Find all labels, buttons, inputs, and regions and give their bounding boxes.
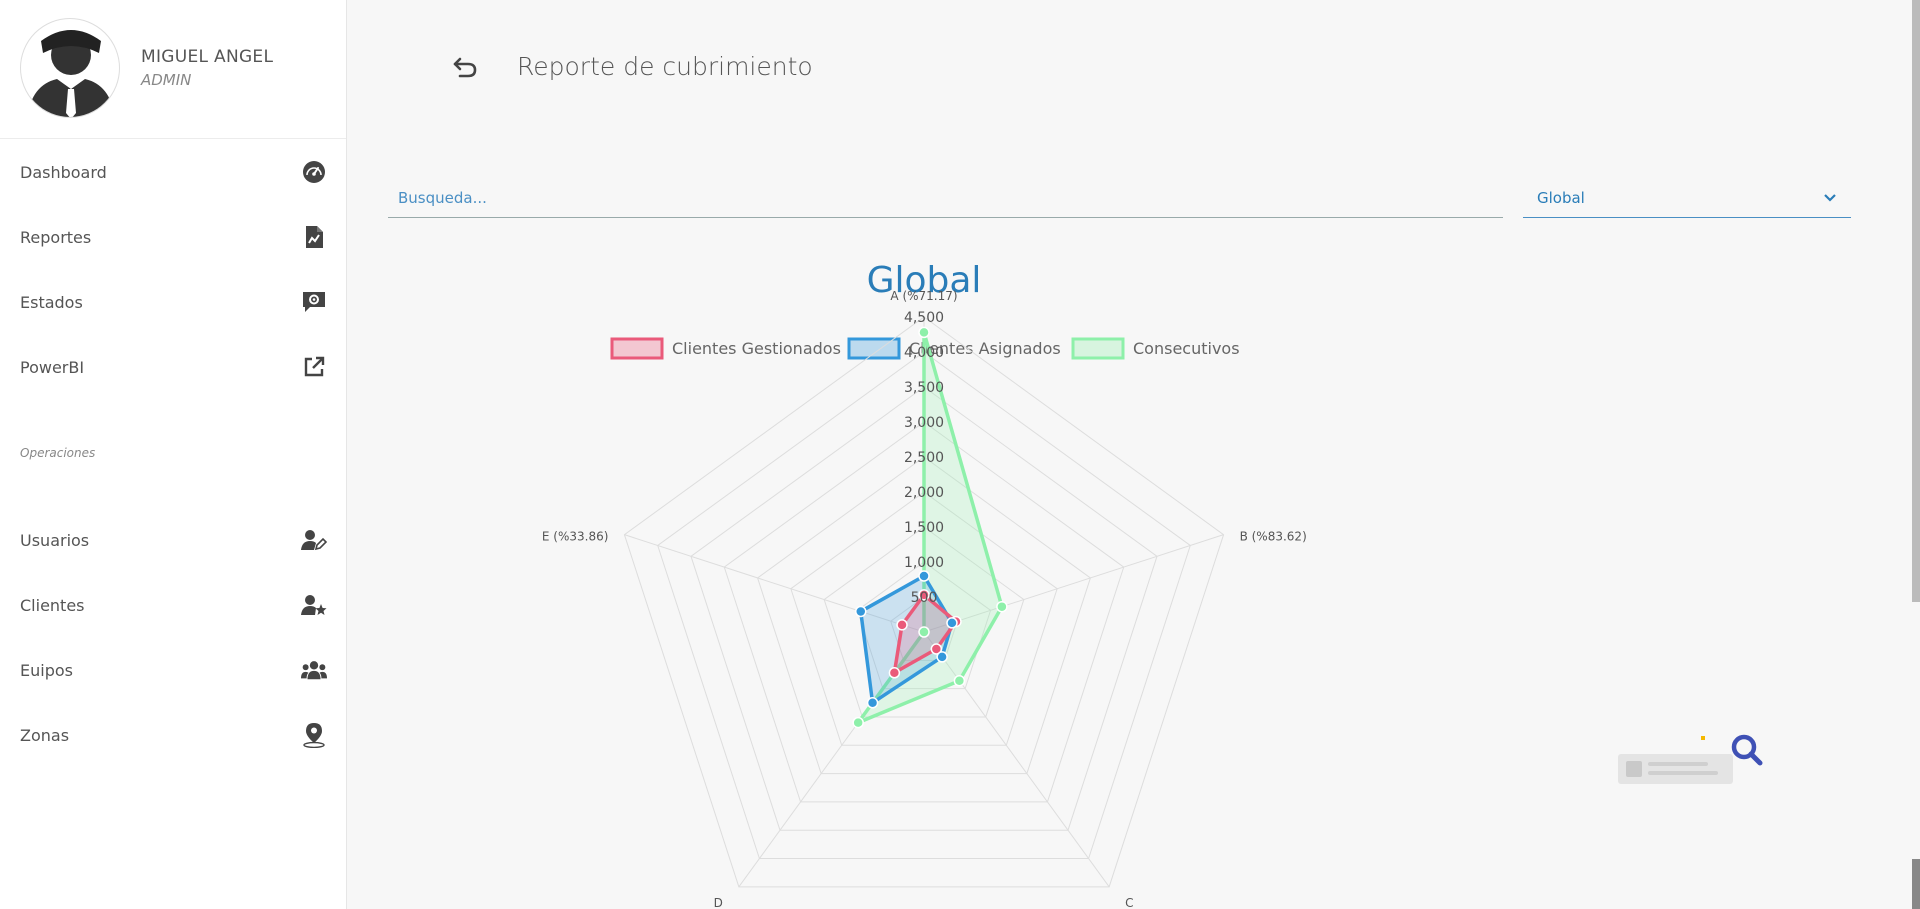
tick-label: 2,000: [904, 485, 944, 501]
report-chart-icon: [301, 224, 327, 250]
nav-item-clientes[interactable]: Clientes: [0, 583, 347, 627]
tick-label: 1,500: [904, 520, 944, 536]
nav-item-label: Clientes: [20, 595, 85, 615]
data-point: [953, 674, 966, 687]
data-point: [918, 570, 930, 582]
legend-label: Consecutivos: [1133, 339, 1240, 358]
user-name: MIGUEL ANGEL: [141, 47, 274, 67]
tick-label: 3,500: [904, 380, 944, 396]
undo-arrow-icon: [453, 57, 477, 78]
tick-label: 2,500: [904, 450, 944, 466]
tick-label: 3,000: [904, 415, 944, 431]
filter-select-value: Global: [1537, 189, 1585, 207]
data-point: [918, 326, 930, 339]
user-edit-icon: [301, 527, 327, 553]
user-role: ADMIN: [141, 71, 192, 89]
nav-item-powerbi[interactable]: PowerBI: [0, 345, 347, 389]
search-illustration: [1618, 734, 1763, 784]
filter-select[interactable]: Global: [1523, 179, 1851, 218]
nav-item-label: Estados: [20, 292, 83, 312]
nav-item-usuarios[interactable]: Usuarios: [0, 518, 347, 562]
tick-label: 4,500: [904, 310, 944, 326]
nav-item-dashboard[interactable]: Dashboard: [0, 150, 347, 194]
legend-swatch: [847, 337, 901, 360]
users-group-icon: [301, 657, 327, 683]
category-label: D: [714, 896, 723, 909]
nav-item-label: Usuarios: [20, 530, 90, 550]
scrollbar-handle[interactable]: [1912, 859, 1920, 909]
page-title: Reporte de cubrimiento: [517, 52, 813, 81]
scrollbar[interactable]: [1912, 0, 1920, 602]
data-point: [855, 605, 867, 618]
nav-item-label: Reportes: [20, 227, 92, 247]
external-link-icon: [301, 354, 327, 380]
search-field: [388, 179, 1503, 218]
radar-chart: GlobalClientes Gestionados Clientes Asign…: [542, 260, 1307, 909]
back-button[interactable]: [448, 50, 482, 84]
category-label: C: [1125, 896, 1133, 909]
data-point: [866, 697, 879, 709]
data-point: [918, 626, 930, 638]
main-content: Reporte de cubrimiento Global GlobalClie…: [348, 0, 1920, 909]
category-label: B (%83.62): [1240, 530, 1307, 544]
data-point: [946, 617, 958, 629]
nav-item-label: Dashboard: [20, 162, 107, 182]
category-label: A (%71.17): [890, 289, 957, 303]
data-point: [852, 716, 864, 729]
nav-item-estados[interactable]: Estados: [0, 280, 347, 324]
chat-gear-icon: [301, 289, 327, 315]
sidebar: MIGUEL ANGEL ADMIN Dashboard Reportes Es…: [0, 0, 347, 909]
nav-item-reportes[interactable]: Reportes: [0, 215, 347, 259]
search-input[interactable]: [388, 179, 1503, 217]
data-point: [936, 651, 948, 663]
nav-item-equipos[interactable]: Euipos: [0, 648, 347, 692]
user-profile: MIGUEL ANGEL ADMIN: [0, 0, 346, 139]
map-pin-icon: [301, 722, 327, 748]
chevron-down-icon: [1824, 194, 1836, 202]
tick-label: 500: [911, 590, 938, 606]
legend-swatch: [610, 337, 664, 360]
user-silhouette-icon: [27, 30, 115, 117]
data-point: [996, 600, 1008, 613]
nav-item-label: PowerBI: [20, 357, 85, 377]
data-point: [888, 667, 901, 679]
nav-item-label: Zonas: [20, 725, 70, 745]
tick-label: 4,000: [904, 345, 944, 361]
gauge-icon: [301, 159, 327, 185]
data-point: [896, 619, 908, 631]
nav-item-label: Euipos: [20, 660, 73, 680]
avatar[interactable]: [20, 18, 120, 118]
category-label: E (%33.86): [542, 530, 609, 544]
user-star-icon: [301, 592, 327, 618]
tick-label: 1,000: [904, 555, 944, 571]
nav-item-zonas[interactable]: Zonas: [0, 713, 347, 757]
legend-label: Clientes Gestionados: [672, 339, 841, 358]
nav-section-operaciones: Operaciones: [20, 446, 96, 460]
legend-swatch: [1071, 337, 1125, 360]
